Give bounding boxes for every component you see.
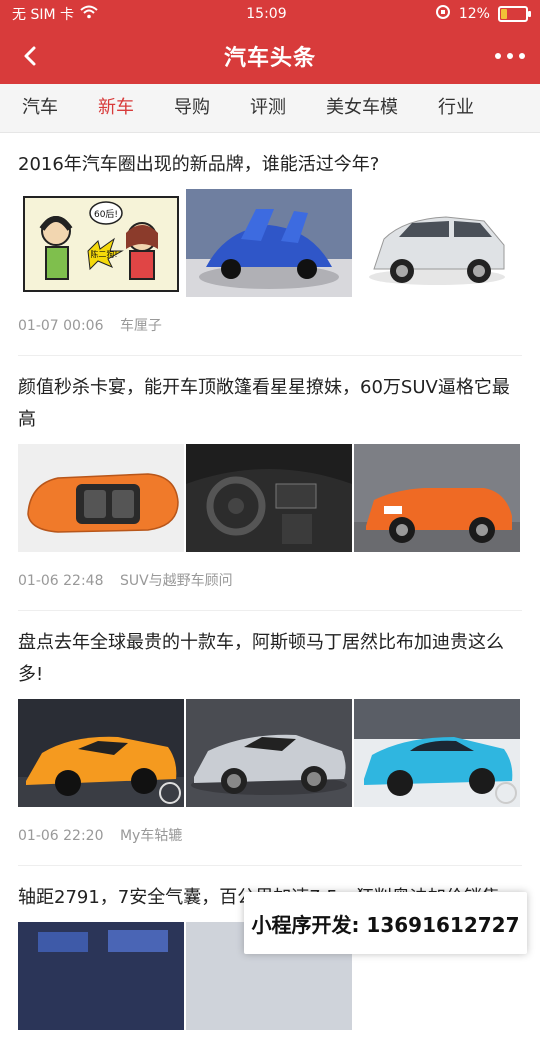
article-headline[interactable]: 盘点去年全球最贵的十款车，阿斯顿马丁居然比布加迪贵这么多! xyxy=(18,627,522,691)
tab-daogou[interactable]: 导购 xyxy=(154,84,230,132)
back-chevron-icon[interactable] xyxy=(12,38,48,74)
tab-qiche[interactable]: 汽车 xyxy=(0,84,78,132)
article-time: 01-07 00:06 xyxy=(18,318,104,334)
page-title: 汽车头条 xyxy=(223,46,316,71)
top-navigation: 汽车头条 xyxy=(0,28,540,84)
clock: 15:09 xyxy=(246,6,287,22)
article-card[interactable]: 2016年汽车圈出现的新品牌，谁能活过今年? 60后! 陈二狗! 01-07 0… xyxy=(18,133,522,356)
article-source: SUV与越野车顾问 xyxy=(119,573,233,589)
white-suv-thumbnail[interactable] xyxy=(354,189,520,297)
more-dots-icon[interactable] xyxy=(490,38,530,74)
blue-bugatti-thumbnail[interactable] xyxy=(354,699,520,807)
autoshow-thumbnail[interactable] xyxy=(18,922,184,1030)
blue-supercar-thumbnail[interactable] xyxy=(186,189,352,297)
article-source: My车轱辘 xyxy=(119,828,183,844)
article-time: 01-06 22:48 xyxy=(18,573,104,589)
svg-text:60后!: 60后! xyxy=(94,209,118,220)
article-meta: 01-06 22:20 My车轱辘 xyxy=(18,825,522,845)
article-headline[interactable]: 2016年汽车圈出现的新品牌，谁能活过今年? xyxy=(18,149,522,181)
carrier-text: 无 SIM 卡 xyxy=(12,7,74,23)
article-card[interactable]: 盘点去年全球最贵的十款车，阿斯顿马丁居然比布加迪贵这么多! 01-06 22:2… xyxy=(18,611,522,866)
tab-pingce[interactable]: 评测 xyxy=(230,84,306,132)
thumbnail-row xyxy=(18,699,522,807)
tab-xinche[interactable]: 新车 xyxy=(78,84,154,132)
app-header: 无 SIM 卡 15:09 12% 汽车头条 xyxy=(0,0,540,84)
orange-suv-convertible-thumbnail[interactable] xyxy=(354,444,520,552)
battery-percent: 12% xyxy=(458,6,490,22)
lock-rotation-icon xyxy=(435,4,451,24)
article-time: 01-06 22:20 xyxy=(18,828,104,844)
battery-icon xyxy=(497,6,531,22)
category-tabs: 汽车 新车 导购 评测 美女车模 行业 xyxy=(0,84,540,133)
orange-hypercar-thumbnail[interactable] xyxy=(18,699,184,807)
thumbnail-row: 60后! 陈二狗! xyxy=(18,189,522,297)
comic-thumbnail[interactable]: 60后! 陈二狗! xyxy=(18,189,184,297)
interior-dashboard-thumbnail[interactable] xyxy=(186,444,352,552)
silver-hypercar-thumbnail[interactable] xyxy=(186,699,352,807)
article-meta: 01-07 00:06 车厘子 xyxy=(18,315,522,335)
svg-text:陈二狗!: 陈二狗! xyxy=(90,249,117,259)
contact-overlay-badge: 小程序开发: 13691612727 xyxy=(244,892,527,954)
article-source: 车厘子 xyxy=(119,318,162,334)
article-headline[interactable]: 颜值秒杀卡宴，能开车顶敞篷看星星撩妹，60万SUV逼格它最高 xyxy=(18,372,522,436)
orange-convertible-top-thumbnail[interactable] xyxy=(18,444,184,552)
status-bar: 无 SIM 卡 15:09 12% xyxy=(0,0,540,28)
tab-hangye[interactable]: 行业 xyxy=(418,84,494,132)
tab-meinvchemo[interactable]: 美女车模 xyxy=(306,84,418,132)
thumbnail-row xyxy=(18,444,522,552)
wifi-icon xyxy=(80,5,98,23)
article-card[interactable]: 颜值秒杀卡宴，能开车顶敞篷看星星撩妹，60万SUV逼格它最高 01-06 22:… xyxy=(18,356,522,611)
article-meta: 01-06 22:48 SUV与越野车顾问 xyxy=(18,570,522,590)
